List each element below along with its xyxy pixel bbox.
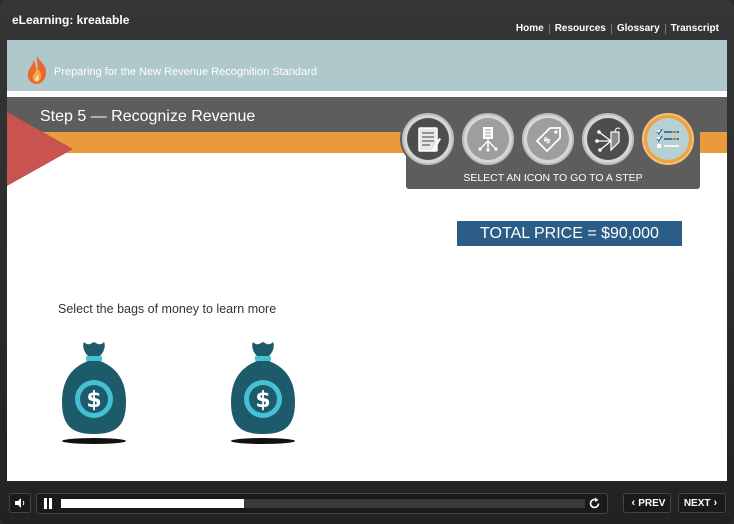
course-title: Preparing for the New Revenue Recognitio… <box>54 66 317 78</box>
step-2-button[interactable] <box>462 113 514 165</box>
seek-bar[interactable] <box>61 499 585 508</box>
course-banner: Preparing for the New Revenue Recognitio… <box>7 40 727 91</box>
pause-button[interactable] <box>43 498 53 509</box>
replay-icon[interactable] <box>588 497 601 510</box>
price-tag-icon: $ <box>535 127 561 153</box>
money-bag-1[interactable]: $ <box>60 338 130 446</box>
money-bag-2[interactable]: $ <box>229 338 299 446</box>
svg-text:$: $ <box>542 135 554 147</box>
prev-button[interactable]: ‹ PREV <box>623 493 671 513</box>
volume-button[interactable] <box>9 493 31 513</box>
money-bag-icon: $ <box>62 342 126 444</box>
contract-document-icon <box>418 127 441 152</box>
chevron-left-icon: ‹ <box>631 497 636 509</box>
transcript-link[interactable]: Transcript <box>666 23 724 34</box>
glossary-link[interactable]: Glossary <box>612 23 665 34</box>
step-icon-panel: $ SELECT AN ICON TO GO TO A STEP <box>402 111 700 189</box>
next-button[interactable]: NEXT › <box>678 493 726 513</box>
seek-progress <box>61 499 245 508</box>
step-icon-row: $ <box>402 113 694 165</box>
speaker-icon <box>15 498 25 508</box>
checklist-icon <box>656 128 679 148</box>
red-triangle-accent <box>7 112 73 186</box>
performance-obligations-icon <box>478 127 498 152</box>
home-link[interactable]: Home <box>511 23 549 34</box>
allocate-price-icon <box>595 127 621 152</box>
app-title: eLearning: kreatable <box>12 13 130 27</box>
svg-text:$: $ <box>86 388 101 413</box>
step-icons-caption: SELECT AN ICON TO GO TO A STEP <box>463 172 643 184</box>
svg-text:$: $ <box>255 388 270 413</box>
pause-icon <box>44 498 47 509</box>
money-bag-icon: $ <box>231 342 295 444</box>
total-price-box: TOTAL PRICE = $90,000 <box>457 221 682 246</box>
slide-canvas: Preparing for the New Revenue Recognitio… <box>7 40 727 481</box>
resources-link[interactable]: Resources <box>550 23 611 34</box>
step-1-button[interactable] <box>402 113 454 165</box>
pause-icon <box>49 498 52 509</box>
player-frame: eLearning: kreatable Home Resources Glos… <box>0 0 734 524</box>
top-navigation: Home Resources Glossary Transcript <box>511 23 724 34</box>
seek-bar-container <box>36 493 608 514</box>
chevron-right-icon: › <box>713 497 718 509</box>
step-4-button[interactable] <box>582 113 634 165</box>
flame-logo-icon <box>27 56 47 84</box>
next-label: NEXT <box>683 497 711 509</box>
step-3-button[interactable]: $ <box>522 113 574 165</box>
prev-label: PREV <box>638 497 666 509</box>
instruction-text: Select the bags of money to learn more <box>58 302 277 316</box>
step-5-button[interactable] <box>642 113 694 165</box>
player-controls: ‹ PREV NEXT › <box>0 487 734 521</box>
